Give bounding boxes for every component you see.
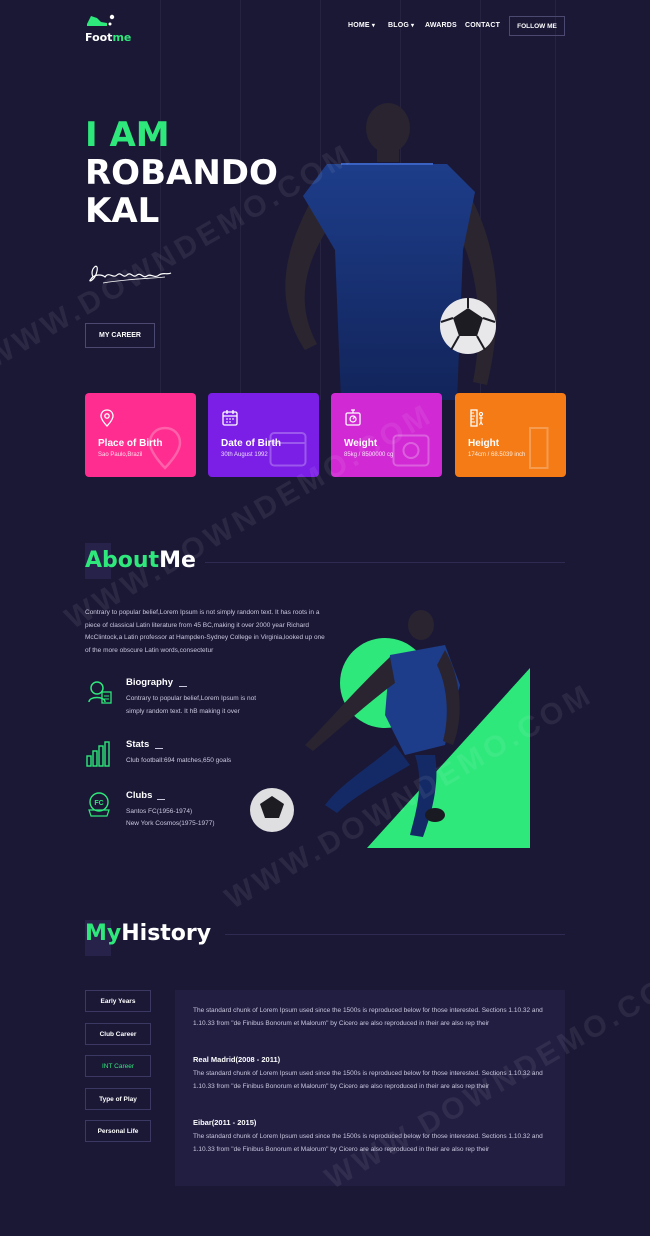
history-entry-title: Real Madrid(2008 - 2011) (193, 1055, 281, 1064)
title-dash (157, 799, 165, 800)
card-weight: Weight 85kg / 8500000 cg (331, 393, 442, 477)
calendar-icon (222, 410, 238, 426)
svg-text:FC: FC (94, 800, 103, 807)
history-entry-title: Eibar(2011 - 2015) (193, 1118, 257, 1127)
feature-title-clubs: Clubs (126, 790, 153, 801)
nav-awards[interactable]: AWARDS (425, 22, 457, 29)
about-heading: AboutMe (85, 548, 196, 573)
card-title: Weight (344, 438, 378, 449)
feature-title-biography: Biography (126, 677, 173, 688)
grid-line (240, 0, 241, 400)
history-entry-body: The standard chunk of Lorem Ipsum used s… (193, 1133, 543, 1153)
logo-text: Footme (85, 31, 132, 44)
card-place-of-birth: Place of Birth Sao Paulo,Brazil (85, 393, 196, 477)
tab-int-career[interactable]: INT Career (85, 1055, 151, 1077)
hero-title-line3: KAL (85, 191, 160, 231)
nav-contact[interactable]: CONTACT (465, 22, 500, 29)
club-badge-icon: FC (88, 792, 110, 817)
location-pin-icon (148, 426, 182, 470)
card-title: Height (468, 438, 500, 449)
tab-type-of-play[interactable]: Type of Play (85, 1088, 151, 1110)
card-value: 30th August 1992 (221, 452, 268, 458)
nav-home[interactable]: HOME ▾ (348, 22, 375, 29)
my-career-button[interactable]: MY CAREER (85, 323, 155, 348)
tab-club-career[interactable]: Club Career (85, 1023, 151, 1045)
follow-me-button[interactable]: FOLLOW ME (509, 16, 565, 36)
caret-down-icon: ▾ (411, 23, 415, 29)
grid-line (555, 0, 556, 400)
nav-blog[interactable]: BLOG ▾ (388, 22, 414, 29)
boot-logo-icon (87, 14, 115, 26)
hero-player-image (285, 103, 497, 400)
history-entry-body: The standard chunk of Lorem Ipsum used s… (193, 1070, 543, 1090)
card-height: Height 174cm / 68.5039 inch (455, 393, 566, 477)
divider (225, 934, 565, 935)
caret-down-icon: ▾ (371, 23, 376, 29)
title-dash (155, 748, 163, 749)
about-player-image (250, 610, 530, 848)
tab-personal-life[interactable]: Personal Life (85, 1120, 151, 1142)
ruler-icon (470, 409, 484, 427)
card-date-of-birth: Date of Birth 30th August 1992 (208, 393, 319, 477)
signature (89, 265, 172, 284)
scale-icon (345, 409, 361, 426)
history-heading: MyHistory (85, 921, 212, 946)
tab-early-years[interactable]: Early Years (85, 990, 151, 1012)
feature-title-stats: Stats (126, 739, 150, 750)
grid-line (160, 0, 161, 400)
card-value: Sao Paulo,Brazil (98, 452, 143, 458)
calendar-icon (269, 432, 307, 467)
stats-bars-icon (86, 741, 110, 767)
location-pin-icon (100, 409, 114, 427)
history-intro: The standard chunk of Lorem Ipsum used s… (193, 1007, 543, 1027)
scale-icon (392, 434, 430, 467)
ruler-icon (529, 427, 549, 469)
hero-title-line1: I AM (85, 115, 170, 155)
logo[interactable]: Footme (85, 12, 135, 44)
divider (205, 562, 565, 563)
biography-icon (88, 681, 112, 704)
title-dash (179, 686, 187, 687)
